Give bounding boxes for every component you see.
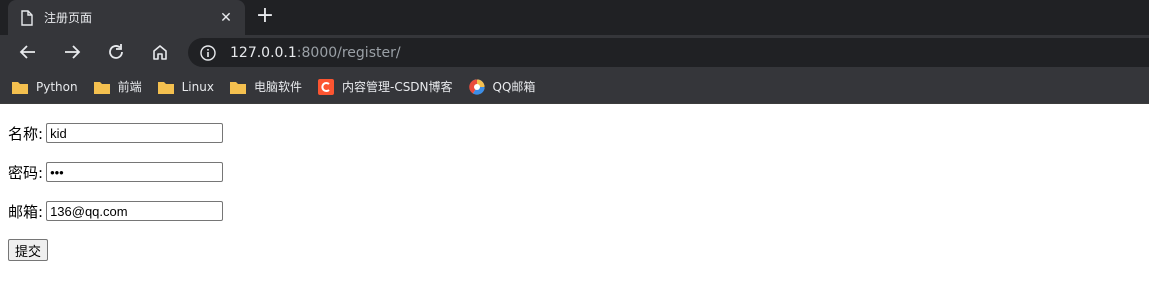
tab-title: 注册页面 xyxy=(44,11,93,25)
register-page: 名称: 密码: 邮箱: 提交 xyxy=(0,104,1149,279)
toolbar: 127.0.0.1:8000/register/ xyxy=(0,35,1149,70)
name-label: 名称: xyxy=(8,124,44,143)
password-row: 密码: xyxy=(8,161,1141,183)
home-icon xyxy=(153,45,167,60)
folder-icon xyxy=(229,79,246,95)
close-tab-icon[interactable]: ✕ xyxy=(217,9,235,27)
tab-strip: 注册页面 ✕ + xyxy=(0,0,1149,35)
password-input[interactable] xyxy=(46,162,224,182)
email-input[interactable] xyxy=(46,201,224,221)
bookmark-label: 前端 xyxy=(117,80,142,94)
submit-button[interactable]: 提交 xyxy=(8,239,49,261)
bookmarks-bar: Python 前端 Linux 电脑软件 内容管理-CSDN博客 QQ邮箱 xyxy=(0,70,1149,104)
home-button[interactable] xyxy=(148,40,172,64)
url-path: :8000/register/ xyxy=(296,44,401,61)
reload-icon xyxy=(109,44,123,59)
url-host: 127.0.0.1 xyxy=(230,44,297,61)
folder-icon xyxy=(157,79,174,95)
name-input[interactable] xyxy=(46,123,224,143)
document-icon xyxy=(20,9,34,26)
folder-icon xyxy=(12,79,28,95)
name-row: 名称: xyxy=(8,122,1141,144)
bookmark-label: 内容管理-CSDN博客 xyxy=(341,80,453,94)
browser-chrome: 注册页面 ✕ + 127.0.0.1:8000/register/ Python xyxy=(0,0,1149,104)
back-arrow-icon xyxy=(19,45,35,59)
bookmark-software[interactable]: 电脑软件 xyxy=(229,78,302,95)
address-bar[interactable]: 127.0.0.1:8000/register/ xyxy=(188,38,1149,67)
bookmark-label: QQ邮箱 xyxy=(492,80,536,94)
reload-button[interactable] xyxy=(104,40,128,64)
bookmark-frontend[interactable]: 前端 xyxy=(93,78,142,95)
back-button[interactable] xyxy=(16,40,40,64)
email-label: 邮箱: xyxy=(8,202,44,221)
bookmark-label: Python xyxy=(36,79,78,94)
bookmark-label: 电脑软件 xyxy=(253,80,302,94)
forward-arrow-icon xyxy=(65,45,81,59)
bookmark-qq-mail[interactable]: QQ邮箱 xyxy=(468,78,536,95)
qq-mail-icon xyxy=(468,78,485,95)
folder-icon xyxy=(93,79,110,95)
tab-register[interactable]: 注册页面 ✕ xyxy=(8,0,245,35)
bookmark-csdn[interactable]: 内容管理-CSDN博客 xyxy=(317,78,453,95)
email-row: 邮箱: xyxy=(8,200,1141,222)
bookmark-linux[interactable]: Linux xyxy=(157,79,214,95)
new-tab-button[interactable]: + xyxy=(254,5,276,29)
password-label: 密码: xyxy=(8,163,44,182)
bookmark-python[interactable]: Python xyxy=(12,79,78,95)
forward-button[interactable] xyxy=(60,40,84,64)
info-icon[interactable] xyxy=(200,44,216,61)
register-form: 名称: 密码: 邮箱: 提交 xyxy=(8,122,1141,261)
csdn-icon xyxy=(317,78,334,95)
bookmark-label: Linux xyxy=(181,79,214,94)
